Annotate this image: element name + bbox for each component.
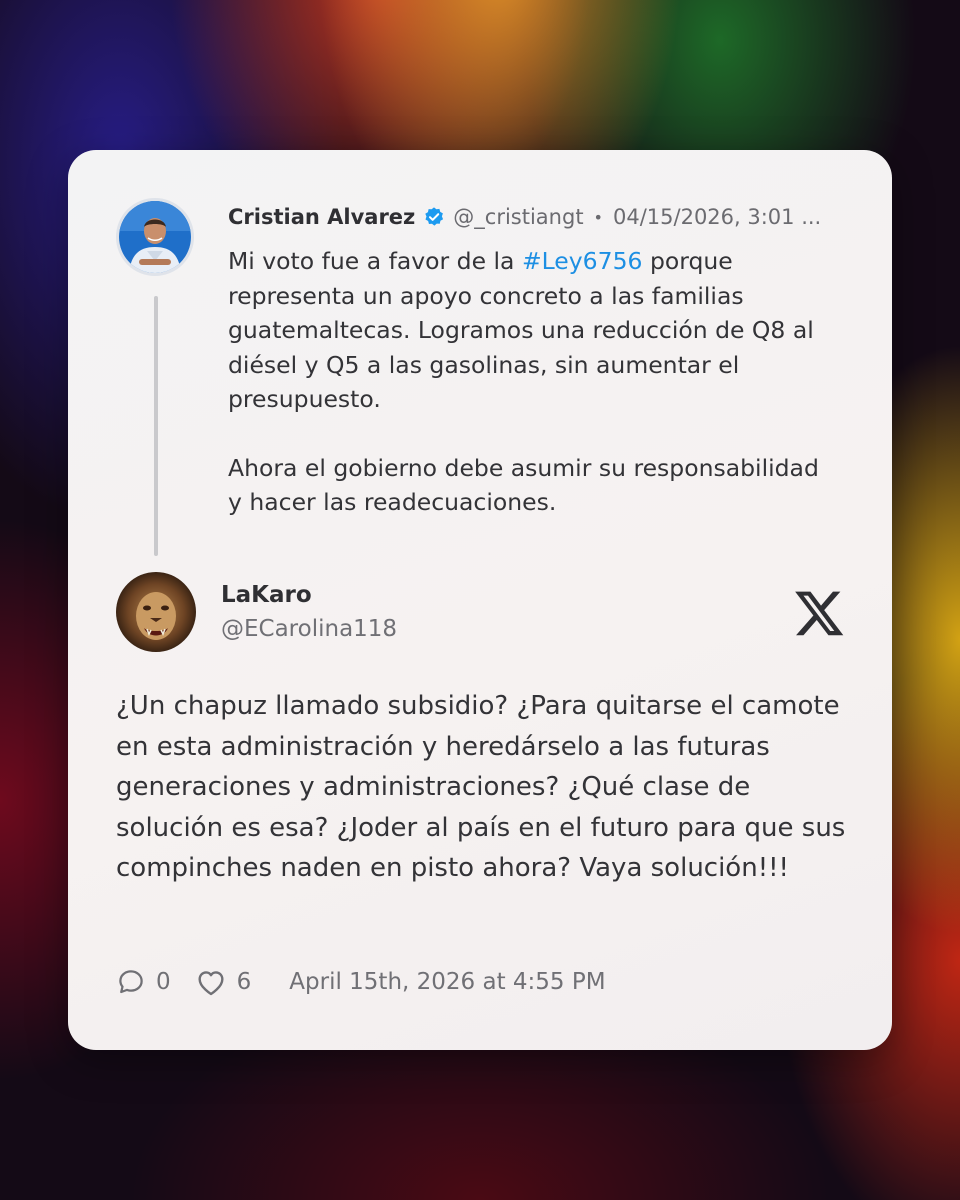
like-action[interactable]: 6 — [195, 967, 252, 997]
reply-footer: 0 6 April 15th, 2026 at 4:55 PM — [116, 962, 606, 1002]
reply-count: 0 — [156, 969, 171, 995]
tweet-card: Cristian Alvarez @_cristiangt • 04/15/20… — [68, 150, 892, 1050]
reply-author-name[interactable]: LaKaro — [221, 582, 312, 608]
original-author-handle[interactable]: @_cristiangt — [453, 205, 583, 229]
post-text-before-hashtag: Mi voto fue a favor de la — [228, 247, 522, 275]
header-separator: • — [593, 207, 603, 227]
like-count: 6 — [236, 969, 252, 995]
verified-badge-icon — [423, 206, 445, 228]
reply-body-text: ¿Un chapuz llamado subsidio? ¿Para quita… — [116, 691, 846, 883]
original-post-timestamp[interactable]: 04/15/2026, 3:01 ... — [613, 205, 821, 229]
original-author-name[interactable]: Cristian Alvarez — [228, 205, 415, 229]
reply-timestamp: April 15th, 2026 at 4:55 PM — [289, 969, 606, 995]
original-post-text: Mi voto fue a favor de la #Ley6756 porqu… — [228, 244, 838, 554]
comment-icon[interactable] — [116, 967, 146, 997]
thread-connector-line — [154, 296, 158, 556]
original-post-paragraph-1: Mi voto fue a favor de la #Ley6756 porqu… — [228, 244, 838, 417]
original-post-header: Cristian Alvarez @_cristiangt • 04/15/20… — [228, 202, 848, 232]
original-post-paragraph-2: Ahora el gobierno debe asumir su respons… — [228, 453, 819, 517]
x-logo-icon[interactable] — [792, 586, 846, 640]
hashtag-link[interactable]: #Ley6756 — [522, 247, 643, 275]
reply-author-handle[interactable]: @ECarolina118 — [221, 616, 397, 642]
reply-action[interactable]: 0 — [116, 967, 171, 997]
avatar-cristian-alvarez[interactable] — [116, 198, 194, 276]
heart-icon[interactable] — [195, 967, 227, 997]
avatar-lakaro[interactable] — [116, 572, 196, 652]
